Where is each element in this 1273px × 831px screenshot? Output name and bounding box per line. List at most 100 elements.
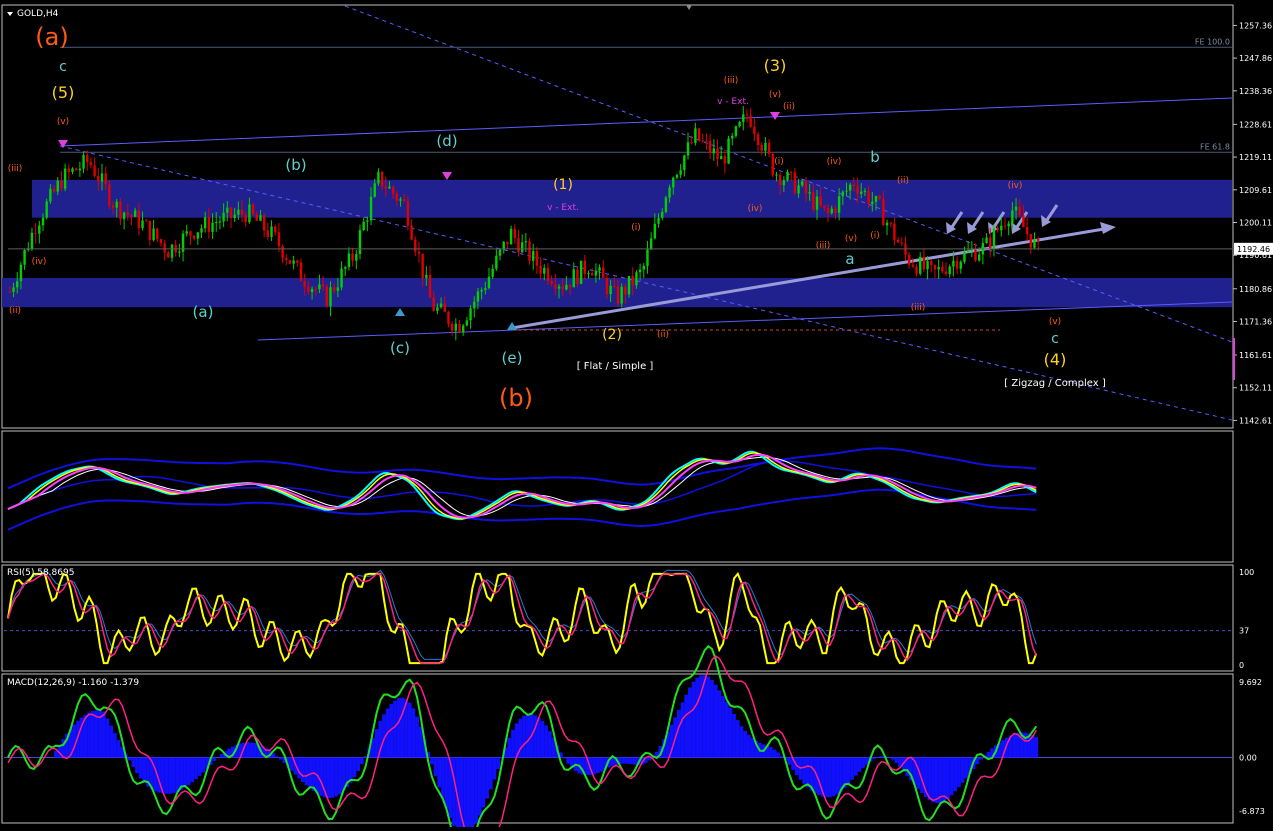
candle-body (675, 174, 679, 178)
candle-body (30, 232, 34, 250)
price-tick-label: 1238.36 (1239, 87, 1272, 96)
candle-body (74, 168, 78, 171)
macd-pane[interactable] (4, 644, 1232, 831)
sell-arrow-icon (770, 112, 780, 120)
candle-body (731, 135, 734, 139)
price-tick-label: 1219.11 (1239, 153, 1272, 162)
candle-body (344, 267, 347, 269)
candle-body (133, 210, 137, 217)
candle-body (19, 264, 23, 282)
candle-body (727, 138, 730, 164)
candle-body (1036, 239, 1040, 241)
macd-tick-label: 0.00 (1239, 753, 1257, 762)
candle-body (598, 267, 601, 271)
candle-body (528, 241, 531, 261)
rsi-tick-label: 0 (1239, 661, 1244, 670)
rsi-tick-label: 100 (1239, 568, 1254, 577)
candle-body (432, 297, 435, 311)
candle-body (454, 323, 458, 331)
candle-body (406, 201, 410, 226)
candle-body (100, 173, 104, 182)
price-tick-label: 1152.11 (1239, 384, 1272, 393)
candle-body (115, 201, 118, 208)
candle-body (56, 180, 59, 192)
chart-window[interactable]: GOLD,H4 FE 100.0 FE 61.8 (a) (b) c (5) (3) (1) (… (0, 0, 1273, 831)
candle-body (520, 242, 524, 253)
candle-body (233, 214, 236, 218)
candle-body (657, 217, 660, 224)
candle-body (989, 237, 992, 249)
candle-body (661, 211, 664, 218)
price-tick-label: 1200.11 (1239, 218, 1272, 227)
wave-label: (v) (845, 234, 857, 244)
candle-body (749, 115, 752, 127)
candle-body (1014, 206, 1018, 211)
chart-canvas[interactable]: GOLD,H4 FE 100.0 FE 61.8 (a) (b) c (5) (3) (1) (… (0, 0, 1273, 831)
candle-body (635, 272, 638, 286)
candle-body (307, 286, 310, 293)
candle-body (804, 181, 808, 194)
candle-body (163, 243, 166, 253)
candle-body (911, 264, 915, 267)
ma-white (7, 456, 1037, 517)
candle-body (1018, 206, 1021, 216)
candle-body (649, 238, 653, 250)
wave-label: (5) (52, 83, 75, 102)
fib-level-label: FE 100.0 (1195, 37, 1230, 46)
channel-line-lower (257, 301, 1233, 341)
candle-body (450, 323, 454, 331)
wave-label: (i) (631, 223, 641, 233)
candle-body (1003, 225, 1007, 227)
rsi-title: RSI(5) 58.8695 (7, 568, 74, 578)
candle-body (266, 230, 270, 237)
wave-label: (iii) (816, 241, 831, 251)
wave-label: (v) (57, 117, 69, 127)
candle-body (509, 228, 513, 245)
candle-body (561, 286, 564, 290)
candle-body (668, 187, 671, 198)
candle-body (826, 207, 830, 214)
candle-body (590, 273, 594, 276)
candle-body (130, 214, 133, 217)
shift-marker-icon[interactable] (686, 5, 692, 10)
price-tick-label: 1142.61 (1239, 416, 1272, 425)
buy-arrow-icon (395, 308, 405, 316)
candle-body (568, 284, 572, 288)
rsi-pane[interactable] (4, 569, 1232, 665)
macd-tick-label: 9.692 (1239, 678, 1262, 687)
price-tick-label: 1180.86 (1239, 285, 1272, 294)
candle-body (111, 205, 115, 208)
candle-body (705, 140, 708, 142)
candle-body (152, 228, 155, 241)
candle-body (863, 190, 867, 192)
wave-label: (v) (1049, 317, 1061, 327)
macd-title: MACD(12,26,9) -1.160 -1.379 (7, 678, 139, 688)
candle-body (915, 266, 918, 274)
candle-body (889, 222, 892, 224)
moving-average-pane[interactable] (7, 447, 1037, 531)
candle-body (226, 207, 229, 213)
candle-body (89, 162, 93, 166)
candle-body (395, 193, 399, 201)
wave-label: b (870, 148, 880, 166)
candle-body (716, 148, 719, 160)
candle-body (646, 249, 649, 266)
candle-body (756, 134, 760, 146)
candle-body (583, 260, 587, 274)
wave-label: (4) (1044, 350, 1067, 369)
candle-body (60, 180, 63, 189)
candle-body (565, 284, 568, 290)
candle-body (557, 286, 561, 289)
ma-band-upper (7, 447, 1037, 490)
candle-body (196, 232, 200, 239)
candle-body (974, 249, 977, 261)
dropdown-arrow-icon[interactable] (7, 12, 13, 16)
candle-body (808, 192, 811, 194)
main-pane[interactable]: FE 100.0 FE 61.8 (a) (b) c (5) (3) (1) (2) (4) (a)… (2, 5, 1233, 421)
candle-body (907, 254, 911, 265)
candle-body (126, 212, 129, 215)
candle-body (314, 288, 317, 290)
candle-body (248, 204, 251, 223)
candle-body (837, 196, 841, 213)
candle-body (388, 186, 391, 189)
